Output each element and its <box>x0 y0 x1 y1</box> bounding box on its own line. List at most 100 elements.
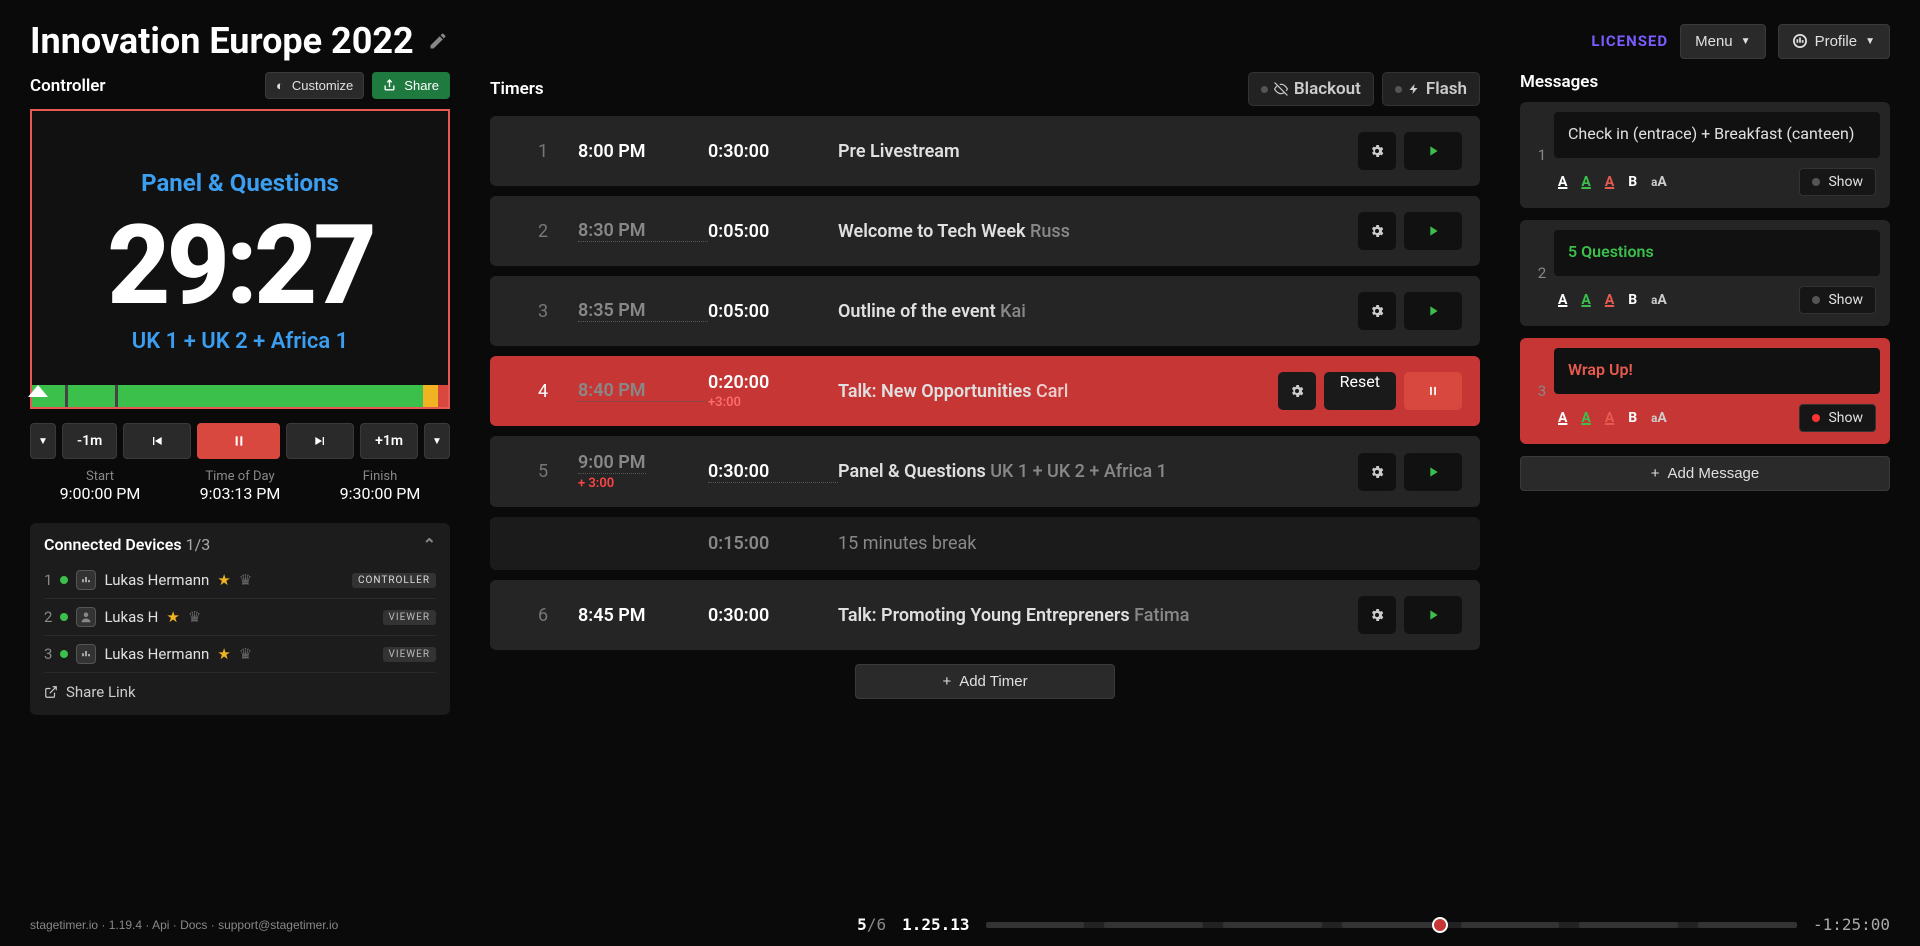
timeline-slider[interactable] <box>986 922 1797 928</box>
device-row[interactable]: 1 Lukas Hermann ★ ♛ CONTROLLER <box>44 562 436 598</box>
show-button[interactable]: Show <box>1799 286 1876 314</box>
timer-name: Talk: New Opportunities Carl <box>838 381 1278 402</box>
start-label: Start <box>30 469 170 484</box>
plus-1m-button[interactable]: +1m <box>360 423 418 459</box>
gear-icon[interactable] <box>1358 212 1396 250</box>
message-index: 2 <box>1530 230 1554 316</box>
finish-time: 9:30:00 PM <box>310 484 450 503</box>
slider-left-time: 1.25.13 <box>902 915 969 934</box>
share-link-label: Share Link <box>66 683 136 701</box>
crown-icon: ♛ <box>188 608 201 626</box>
finish-label: Finish <box>310 469 450 484</box>
gear-icon[interactable] <box>1358 132 1396 170</box>
add-message-button[interactable]: + Add Message <box>1520 456 1890 491</box>
profile-button[interactable]: Profile ▼ <box>1778 24 1890 59</box>
menu-label: Menu <box>1695 33 1733 50</box>
timer-index: 5 <box>508 461 578 482</box>
flash-label: Flash <box>1426 79 1467 99</box>
play-button[interactable] <box>1404 212 1462 250</box>
color-white-button[interactable]: A <box>1558 174 1567 190</box>
message-index: 1 <box>1530 112 1554 198</box>
next-button[interactable] <box>286 423 354 459</box>
share-link-row[interactable]: Share Link <box>44 672 436 703</box>
plus-dropdown[interactable]: ▼ <box>424 423 450 459</box>
share-button[interactable]: Share <box>372 72 450 99</box>
slider-knob-icon[interactable] <box>1432 917 1448 933</box>
add-timer-button[interactable]: + Add Timer <box>855 664 1115 699</box>
device-type-icon <box>76 570 96 590</box>
device-row[interactable]: 3 Lukas Hermann ★ ♛ VIEWER <box>44 635 436 672</box>
play-button[interactable] <box>1404 453 1462 491</box>
blackout-button[interactable]: Blackout <box>1248 72 1374 106</box>
prev-button[interactable] <box>123 423 191 459</box>
size-button[interactable]: aA <box>1651 410 1667 426</box>
play-button[interactable] <box>1404 132 1462 170</box>
message-text[interactable]: Check in (entrace) + Breakfast (canteen) <box>1554 112 1880 158</box>
status-dot-icon <box>1812 296 1820 304</box>
size-button[interactable]: aA <box>1651 174 1667 190</box>
bold-button[interactable]: B <box>1628 174 1637 190</box>
play-button[interactable] <box>1404 596 1462 634</box>
timers-label: Timers <box>490 79 544 99</box>
gear-icon[interactable] <box>1278 372 1316 410</box>
device-row[interactable]: 2 Lukas H ★ ♛ VIEWER <box>44 598 436 635</box>
status-dot-icon <box>1395 86 1402 93</box>
timer-row[interactable]: 4 8:40 PM 0:20:00+3:00 Talk: New Opportu… <box>490 356 1480 426</box>
device-name: Lukas H <box>104 608 158 626</box>
chevron-up-icon[interactable]: ⌃ <box>423 535 436 554</box>
position-indicator: 5/6 <box>857 915 886 934</box>
status-dot-icon <box>1261 86 1268 93</box>
timer-index: 3 <box>508 301 578 322</box>
pause-button[interactable] <box>197 423 280 459</box>
message-text[interactable]: Wrap Up! <box>1554 348 1880 394</box>
message-text[interactable]: 5 Questions <box>1554 230 1880 276</box>
plus-icon: + <box>1651 465 1660 482</box>
gear-icon[interactable] <box>1358 596 1396 634</box>
color-green-button[interactable]: A <box>1581 410 1590 426</box>
pencil-icon[interactable] <box>428 31 448 51</box>
color-green-button[interactable]: A <box>1581 292 1590 308</box>
palette-icon: ◐ <box>276 78 284 93</box>
message-index: 3 <box>1530 348 1554 434</box>
preview-title: Panel & Questions <box>141 169 339 197</box>
color-red-button[interactable]: A <box>1605 292 1614 308</box>
timer-name: Panel & Questions UK 1 + UK 2 + Africa 1 <box>838 461 1358 482</box>
bold-button[interactable]: B <box>1628 292 1637 308</box>
timer-name: Outline of the event Kai <box>838 301 1358 322</box>
eye-off-icon <box>1274 82 1288 96</box>
start-time: 9:00:00 PM <box>30 484 170 503</box>
pause-button[interactable] <box>1404 372 1462 410</box>
timer-row[interactable]: 2 8:30 PM 0:05:00 Welcome to Tech Week R… <box>490 196 1480 266</box>
play-button[interactable] <box>1404 292 1462 330</box>
minus-1m-button[interactable]: -1m <box>62 423 117 459</box>
minus-dropdown[interactable]: ▼ <box>30 423 56 459</box>
timer-row[interactable]: 6 8:45 PM 0:30:00 Talk: Promoting Young … <box>490 580 1480 650</box>
gear-icon[interactable] <box>1358 292 1396 330</box>
footer-links[interactable]: stagetimer.io · 1.19.4 · Api · Docs · su… <box>30 918 338 932</box>
show-button[interactable]: Show <box>1799 168 1876 196</box>
size-button[interactable]: aA <box>1651 292 1667 308</box>
timer-index: 6 <box>508 605 578 626</box>
color-red-button[interactable]: A <box>1605 410 1614 426</box>
devices-count: 1/3 <box>186 535 211 554</box>
timer-row[interactable]: 3 8:35 PM 0:05:00 Outline of the event K… <box>490 276 1480 346</box>
color-white-button[interactable]: A <box>1558 292 1567 308</box>
timer-index: 2 <box>508 221 578 242</box>
bold-button[interactable]: B <box>1628 410 1637 426</box>
show-button[interactable]: Show <box>1799 404 1876 432</box>
flash-button[interactable]: Flash <box>1382 72 1480 106</box>
color-green-button[interactable]: A <box>1581 174 1590 190</box>
menu-button[interactable]: Menu ▼ <box>1680 24 1765 59</box>
messages-label: Messages <box>1520 72 1598 92</box>
color-white-button[interactable]: A <box>1558 410 1567 426</box>
bars-icon <box>1793 34 1807 48</box>
customize-button[interactable]: ◐ Customize <box>265 72 364 99</box>
color-red-button[interactable]: A <box>1605 174 1614 190</box>
gear-icon[interactable] <box>1358 453 1396 491</box>
timer-name: Welcome to Tech Week Russ <box>838 221 1358 242</box>
reset-button[interactable]: Reset <box>1324 372 1396 410</box>
timer-row[interactable]: 1 8:00 PM 0:30:00 Pre Livestream <box>490 116 1480 186</box>
timer-row[interactable]: 5 9:00 PM+ 3:00 0:30:00 Panel & Question… <box>490 436 1480 507</box>
status-dot-icon <box>1812 178 1820 186</box>
profile-label: Profile <box>1815 33 1858 50</box>
